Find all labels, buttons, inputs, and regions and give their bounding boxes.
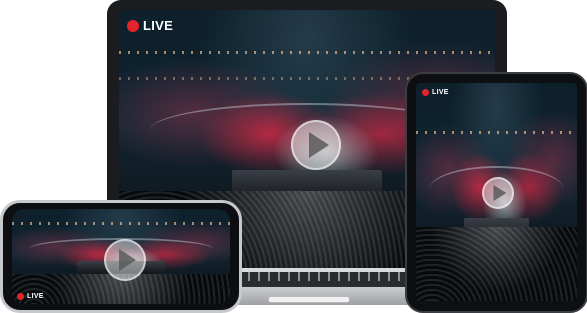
record-dot-icon — [127, 19, 139, 32]
record-dot-icon — [17, 293, 24, 300]
live-label: LIVE — [432, 89, 449, 96]
play-icon — [493, 185, 507, 201]
laptop-trackpad-notch — [268, 296, 350, 303]
laptop-keyboard-row — [220, 281, 420, 287]
phone-video-player[interactable]: LIVE — [12, 209, 230, 304]
live-badge: LIVE — [127, 18, 173, 33]
live-badge: LIVE — [422, 89, 449, 96]
play-button[interactable] — [482, 177, 514, 209]
stage-lights — [119, 51, 495, 55]
crowd — [416, 226, 577, 301]
live-badge: LIVE — [17, 293, 44, 300]
record-dot-icon — [422, 89, 429, 96]
phone-device: LIVE — [0, 200, 242, 313]
tablet-device: LIVE — [405, 72, 587, 313]
play-icon — [119, 249, 137, 271]
live-label: LIVE — [27, 293, 44, 300]
stage-lights — [416, 130, 577, 134]
play-button[interactable] — [291, 120, 341, 170]
play-icon — [309, 132, 329, 158]
tablet-video-player[interactable]: LIVE — [416, 83, 577, 301]
stage-lights — [12, 222, 230, 226]
play-button[interactable] — [104, 239, 146, 281]
live-label: LIVE — [143, 18, 174, 33]
